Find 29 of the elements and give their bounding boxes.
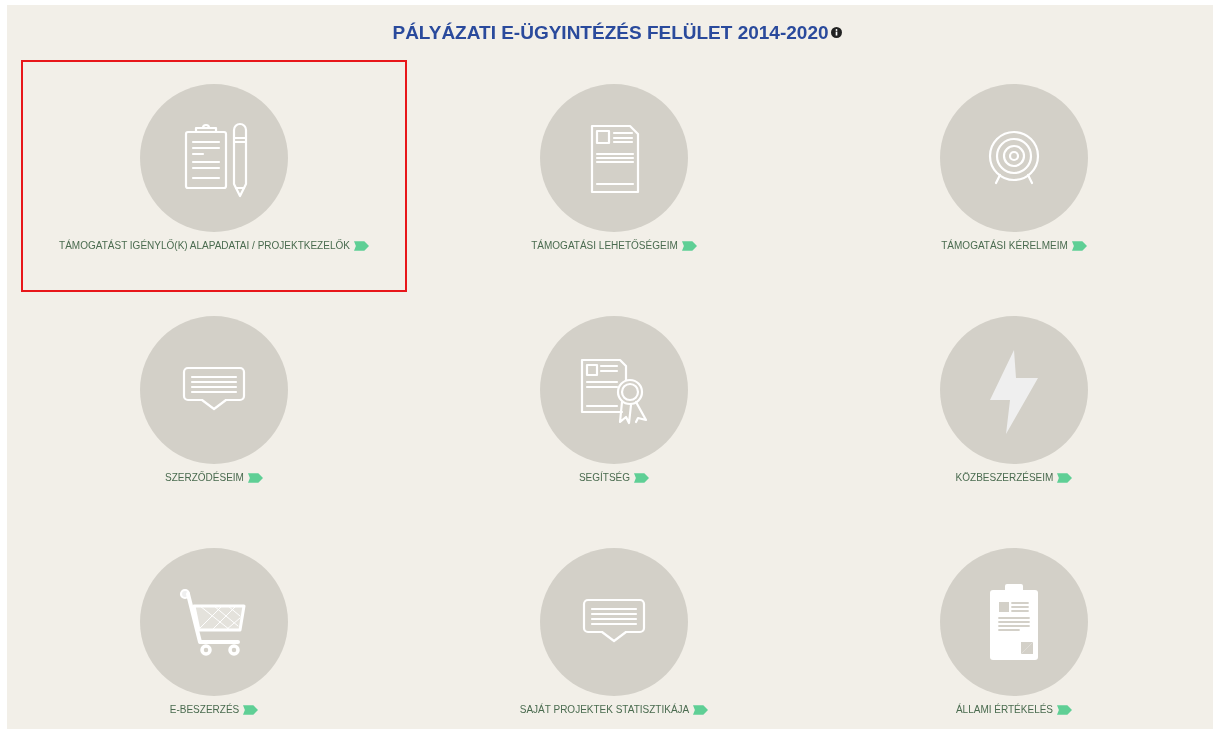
tile-label[interactable]: E-BESZERZÉS bbox=[169, 704, 240, 715]
arrow-icon bbox=[634, 472, 650, 483]
menu-tile[interactable]: TÁMOGATÁSI KÉRELMEIM bbox=[821, 60, 1207, 292]
menu-tile[interactable]: KÖZBESZERZÉSEIM bbox=[821, 292, 1207, 524]
tile-label[interactable]: KÖZBESZERZÉSEIM bbox=[955, 472, 1054, 483]
arrow-icon bbox=[1057, 472, 1073, 483]
tile-label[interactable]: TÁMOGATÁSI LEHETŐSÉGEIM bbox=[531, 240, 678, 251]
tile-label[interactable]: SAJÁT PROJEKTEK STATISZTIKÁJA bbox=[519, 704, 690, 715]
tile-label[interactable]: TÁMOGATÁSI KÉRELMEIM bbox=[941, 240, 1068, 251]
arrow-icon bbox=[353, 240, 369, 251]
menu-tile[interactable]: SAJÁT PROJEKTEK STATISZTIKÁJA bbox=[421, 524, 807, 729]
arrow-icon bbox=[693, 704, 709, 715]
menu-tile[interactable]: SZERZŐDÉSEIM bbox=[21, 292, 407, 524]
menu-tile[interactable]: TÁMOGATÁSI LEHETŐSÉGEIM bbox=[421, 60, 807, 292]
tile-label[interactable]: SZERZŐDÉSEIM bbox=[165, 472, 244, 483]
tile-label[interactable]: ÁLLAMI ÉRTÉKELÉS bbox=[955, 704, 1054, 715]
info-icon[interactable] bbox=[830, 27, 842, 38]
menu-tile[interactable]: ÁLLAMI ÉRTÉKELÉS bbox=[821, 524, 1207, 729]
tile-label[interactable]: SEGÍTSÉG bbox=[578, 472, 631, 483]
menu-tile[interactable]: E-BESZERZÉS bbox=[21, 524, 407, 729]
tile-label[interactable]: TÁMOGATÁST IGÉNYLŐ(K) ALAPADATAI / PROJEKTKEZELŐK bbox=[59, 240, 350, 251]
arrow-icon bbox=[243, 704, 259, 715]
arrow-icon bbox=[1057, 704, 1073, 715]
arrow-icon bbox=[681, 240, 697, 251]
arrow-icon bbox=[1071, 240, 1087, 251]
arrow-icon bbox=[247, 472, 263, 483]
menu-tile[interactable]: SEGÍTSÉG bbox=[421, 292, 807, 524]
page-title: PÁLYÁZATI E-ÜGYINTÉZÉS FELÜLET 2014-2020 bbox=[392, 21, 829, 44]
menu-tile[interactable]: TÁMOGATÁST IGÉNYLŐ(K) ALAPADATAI / PROJEKTKEZELŐK bbox=[21, 60, 407, 292]
